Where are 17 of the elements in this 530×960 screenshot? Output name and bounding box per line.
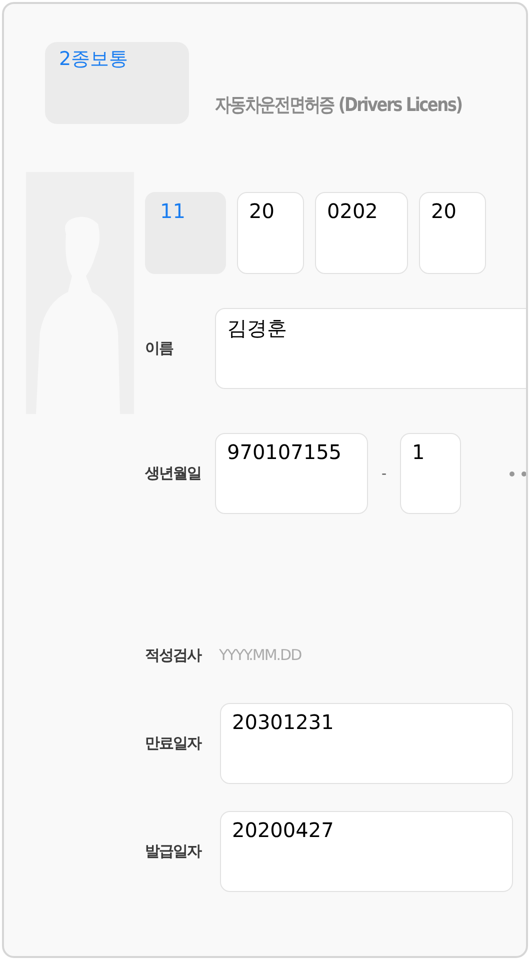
input-field[interactable]: 20301231 xyxy=(220,703,513,784)
field-label: 만료일자 xyxy=(145,734,202,753)
input-field[interactable]: 20200427 xyxy=(220,811,513,892)
masked-dots-icon xyxy=(509,470,526,476)
license-title: 자동차운전면허증 (Drivers Licens) xyxy=(215,93,462,118)
input-field[interactable]: 970107155 xyxy=(215,433,368,514)
field-label: 이름 xyxy=(145,339,174,358)
field-label: 발급일자 xyxy=(145,842,202,861)
date-field[interactable]: YYYY.MM.DD xyxy=(219,646,329,664)
input-field[interactable]: 1 xyxy=(400,433,461,514)
number-field[interactable]: 20 xyxy=(237,192,304,274)
separator: - xyxy=(380,466,388,482)
field-label: 적성검사 xyxy=(145,646,202,664)
field-label: 생년월일 xyxy=(145,464,202,483)
input-field[interactable]: 김경훈 xyxy=(215,308,526,389)
number-field[interactable]: 20 xyxy=(419,192,486,274)
number-field[interactable]: 0202 xyxy=(315,192,408,274)
